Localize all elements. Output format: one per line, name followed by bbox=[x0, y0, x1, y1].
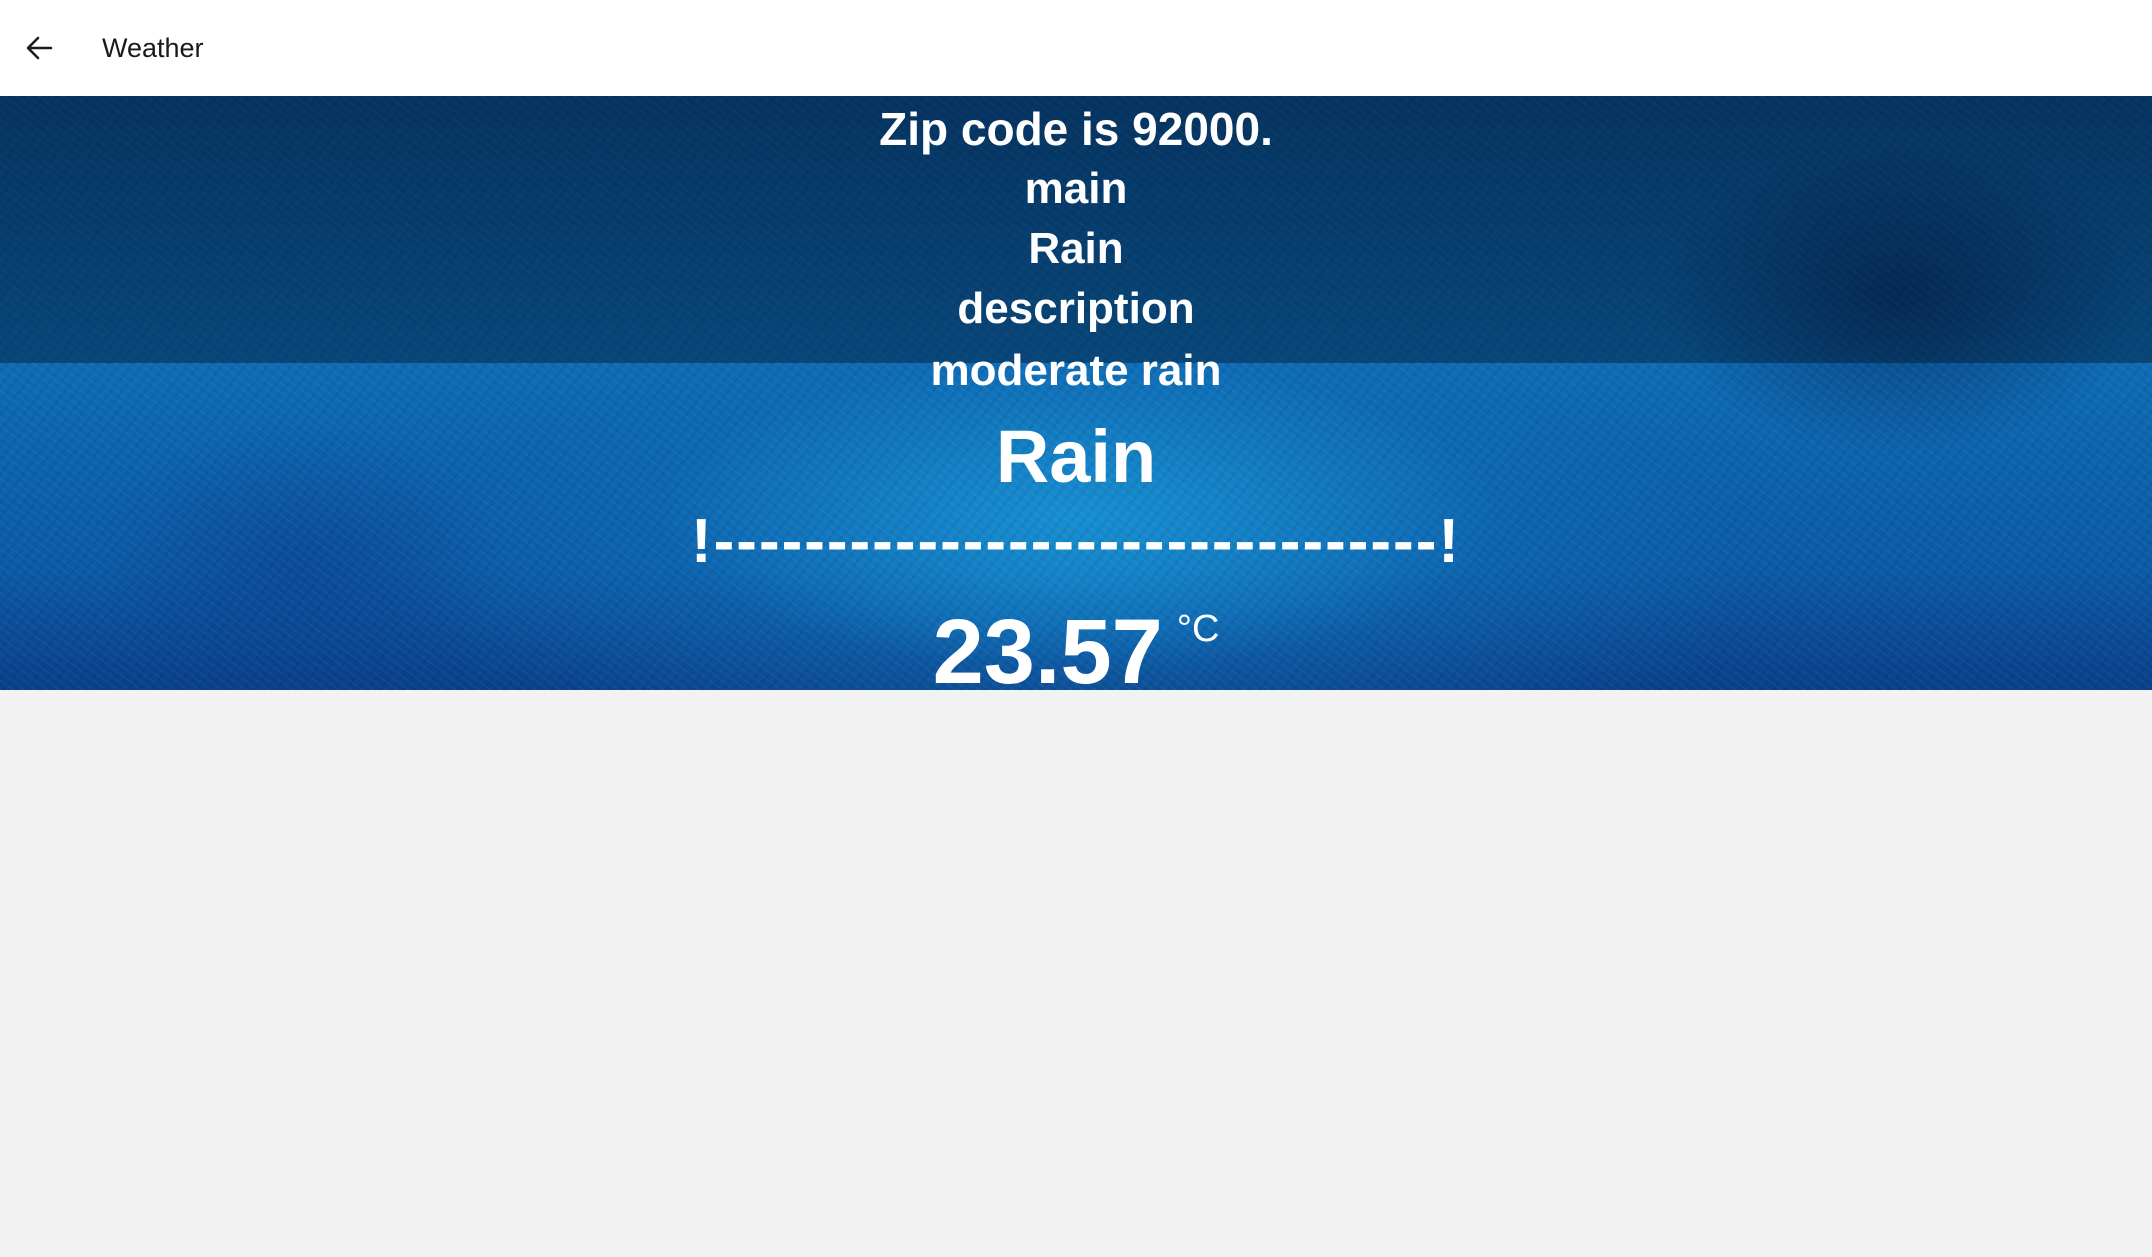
condition-heading: Rain bbox=[995, 415, 1157, 498]
separator-text: !--------------------------------! bbox=[691, 507, 1461, 576]
weather-panel: Zip code is 92000. main Rain description… bbox=[0, 96, 2152, 690]
temperature-value: 23.57 bbox=[932, 601, 1163, 690]
back-button[interactable] bbox=[10, 20, 68, 76]
zip-code-text: Zip code is 92000. bbox=[879, 103, 1273, 155]
app-title: Weather bbox=[102, 33, 204, 63]
temperature-readout: 23.57 °C bbox=[0, 600, 2152, 690]
main-value: Rain bbox=[1028, 224, 1124, 273]
temperature-unit: °C bbox=[1176, 608, 1220, 650]
arrow-left-icon bbox=[26, 36, 53, 60]
description-value: moderate rain bbox=[930, 346, 1222, 395]
description-label: description bbox=[957, 284, 1195, 333]
main-label: main bbox=[1024, 164, 1128, 213]
app-header: Weather bbox=[0, 0, 2152, 96]
